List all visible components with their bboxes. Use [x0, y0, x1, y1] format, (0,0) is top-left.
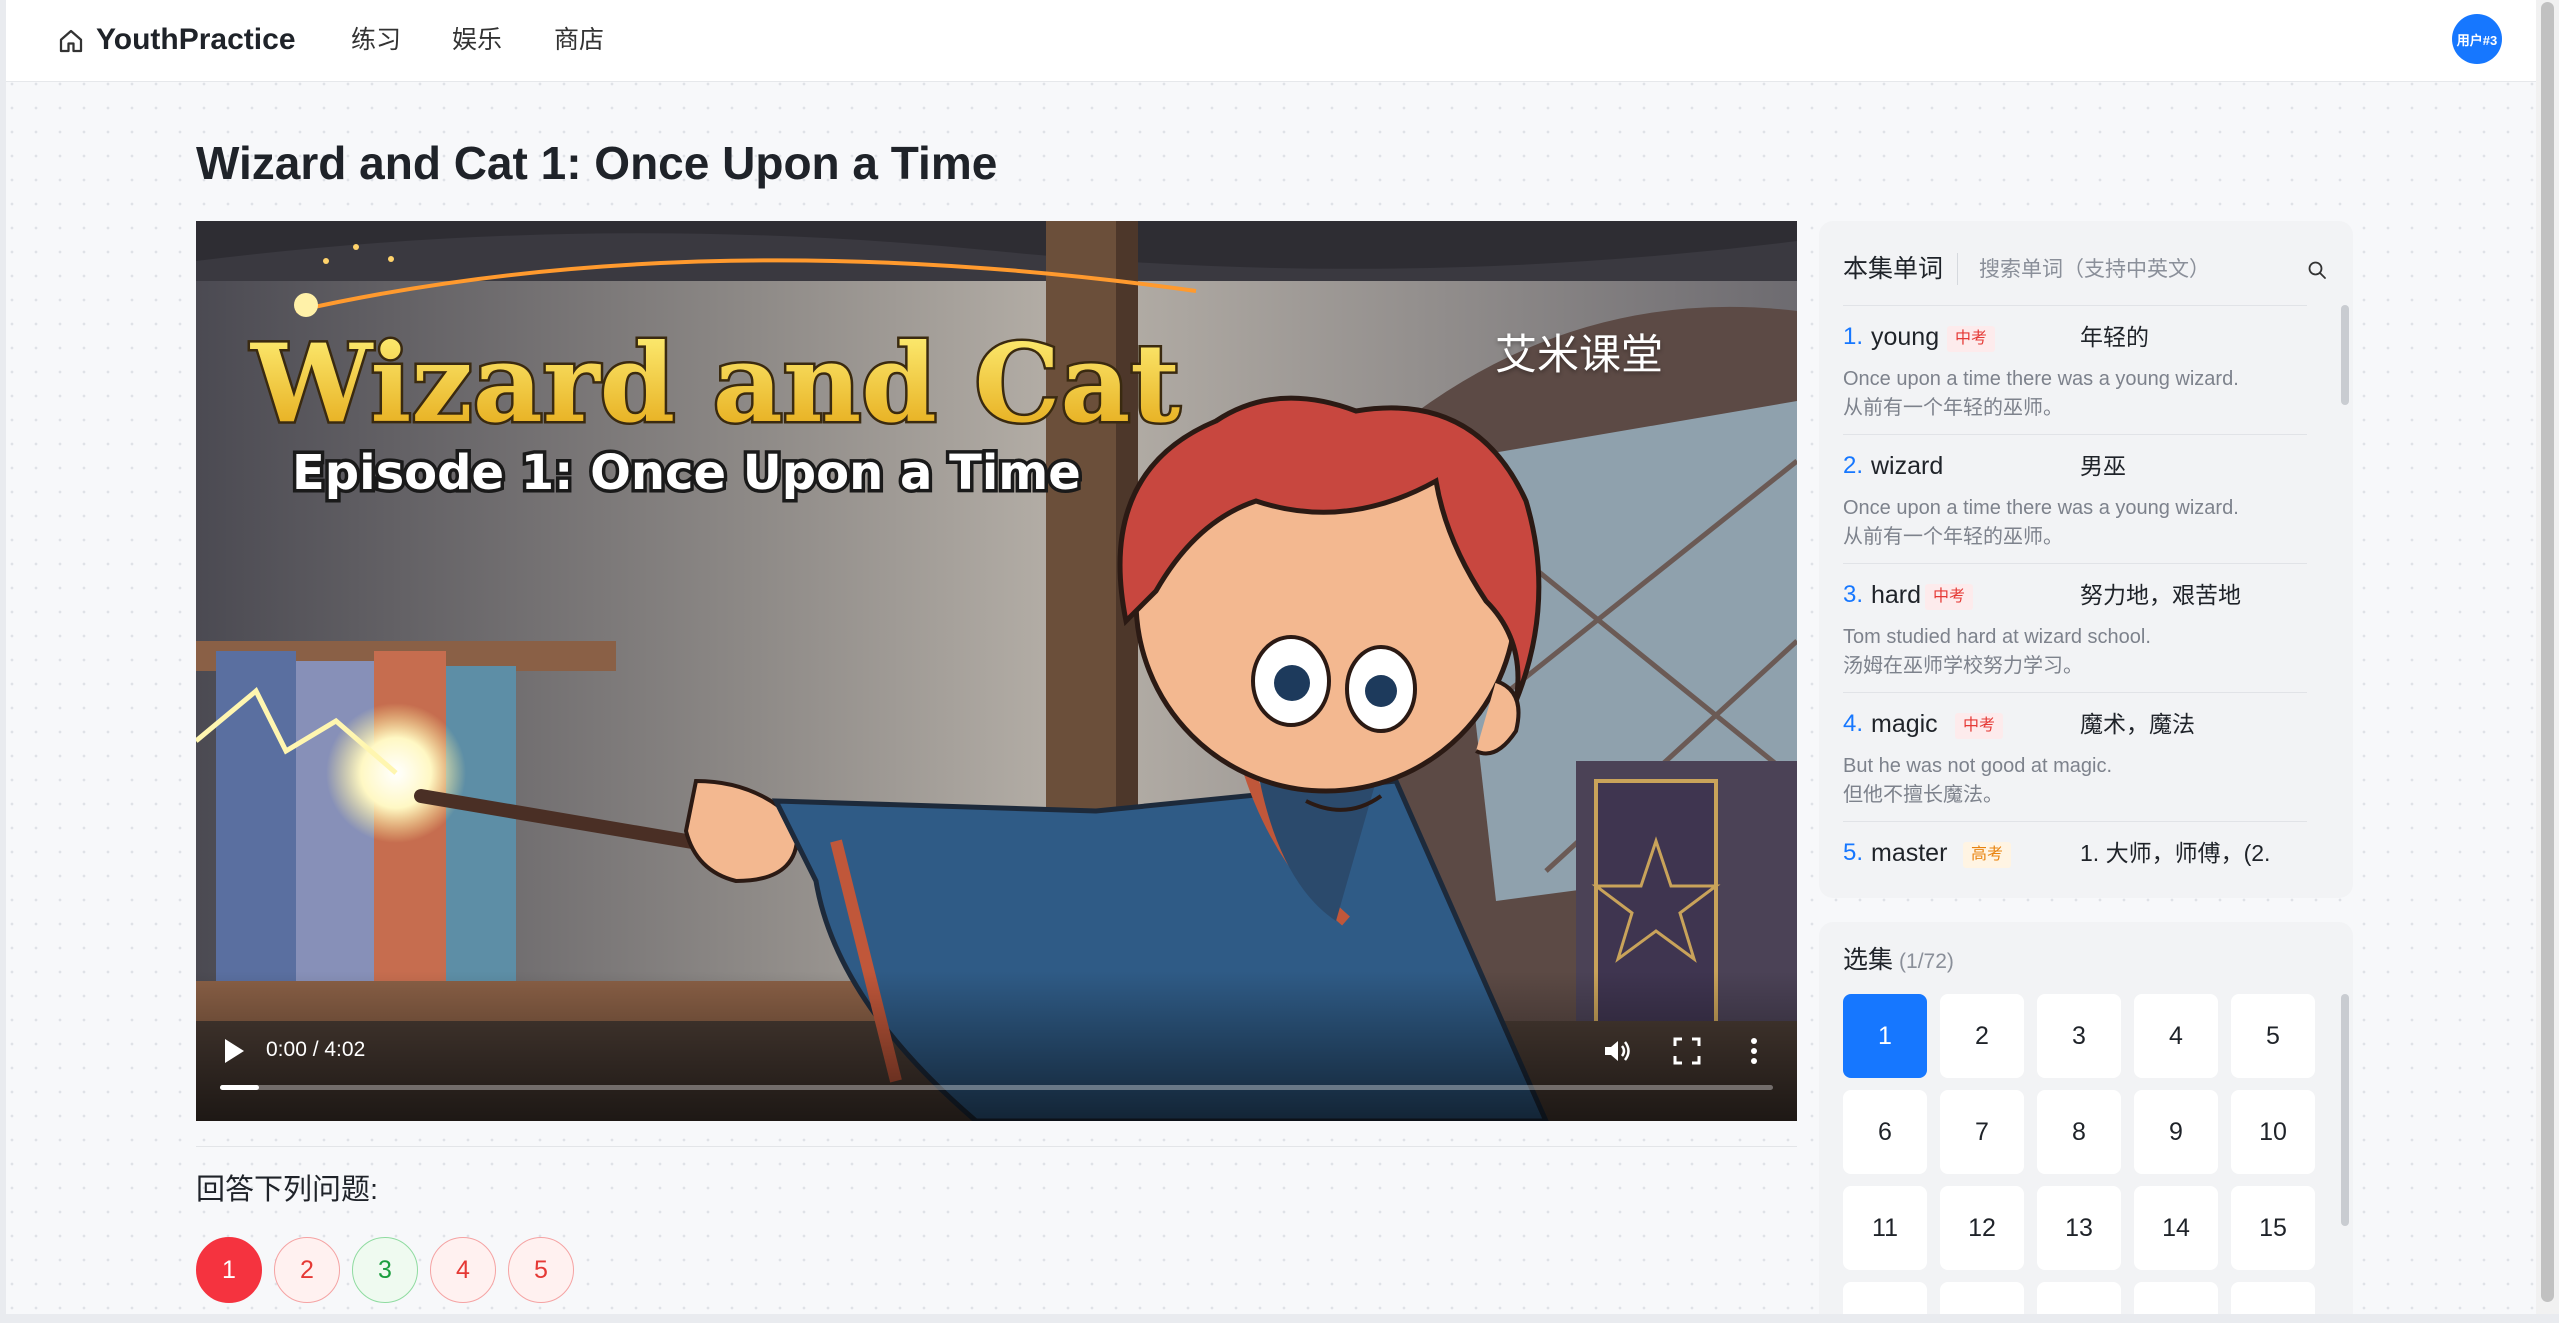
- vocab-item[interactable]: 4. magic 中考 魔术，魔法 But he was not good at mag…: [1843, 692, 2307, 820]
- vocab-item[interactable]: 3. hard 中考 努力地，艰苦地 Tom studied hard at wizar…: [1843, 563, 2307, 691]
- vocab-example-zh: 汤姆在巫师学校努力学习。: [1843, 655, 2083, 677]
- vocab-item[interactable]: 1. young 中考 年轻的 Once upon a time there was a…: [1843, 305, 2307, 433]
- episode-button-12[interactable]: 12: [1940, 1186, 2024, 1270]
- vocab-header: 本集单词: [1843, 247, 2327, 293]
- episode-button-5[interactable]: 5: [2231, 994, 2315, 1078]
- episode-button-18[interactable]: 18: [2037, 1282, 2121, 1314]
- episode-button-17[interactable]: 17: [1940, 1282, 2024, 1314]
- vocab-index: 3.: [1843, 581, 1864, 608]
- vocab-header-divider: [1957, 253, 1958, 285]
- vocab-meaning: 努力地，艰苦地: [2080, 582, 2241, 608]
- exam-level-badge: 高考: [1963, 842, 2012, 868]
- question-button-1[interactable]: 1: [196, 1237, 262, 1303]
- video-watermark: 艾米课堂: [1495, 331, 1664, 378]
- vocab-meaning: 1. 大师，师傅，(2.: [2080, 840, 2271, 866]
- nav-item-practice[interactable]: 练习: [351, 20, 401, 60]
- question-number-row: 12345: [196, 1237, 574, 1303]
- vocab-meaning: 年轻的: [2080, 324, 2149, 350]
- vocab-example-en: Tom studied hard at wizard school.: [1843, 626, 2151, 648]
- more-options-icon[interactable]: [1744, 1033, 1764, 1069]
- episode-button-13[interactable]: 13: [2037, 1186, 2121, 1270]
- vocab-word: hard: [1871, 581, 1922, 609]
- question-button-3[interactable]: 3: [352, 1237, 418, 1303]
- vocab-index: 4.: [1843, 710, 1864, 737]
- vocab-word: magic: [1871, 710, 1938, 738]
- exam-level-badge: 中考: [1955, 713, 2004, 739]
- vocab-example-en: Once upon a time there was a young wizar…: [1843, 368, 2239, 390]
- vocab-example-en: Once upon a time there was a young wizar…: [1843, 497, 2239, 519]
- vocab-example-zh: 但他不擅长魔法。: [1843, 784, 2003, 806]
- exam-level-badge: 中考: [1947, 326, 1996, 352]
- episode-count: (1/72): [1899, 950, 1954, 973]
- episode-button-1[interactable]: 1: [1843, 994, 1927, 1078]
- top-nav-bar: YouthPractice 练习 娱乐 商店 用户#3: [6, 0, 2536, 82]
- video-player[interactable]: Wizard and Cat Episode 1: Once Upon a Ti…: [196, 221, 1797, 1121]
- episode-button-16[interactable]: 16: [1843, 1282, 1927, 1314]
- question-button-4[interactable]: 4: [430, 1237, 496, 1303]
- episode-button-2[interactable]: 2: [1940, 994, 2024, 1078]
- vocab-word: master: [1871, 839, 1948, 867]
- volume-icon[interactable]: [1601, 1035, 1633, 1067]
- vocab-scrollbar[interactable]: [2341, 305, 2349, 405]
- episode-button-7[interactable]: 7: [1940, 1090, 2024, 1174]
- episode-button-6[interactable]: 6: [1843, 1090, 1927, 1174]
- vocab-panel: 本集单词 1. young 中考 年轻的 Once upon a time there …: [1819, 221, 2353, 898]
- video-progress-fill: [220, 1085, 259, 1090]
- brand-name[interactable]: YouthPractice: [96, 20, 296, 60]
- vocab-meaning: 男巫: [2080, 453, 2126, 479]
- episode-button-19[interactable]: 19: [2134, 1282, 2218, 1314]
- episode-scrollbar[interactable]: [2341, 994, 2349, 1226]
- video-controls-bar: [196, 971, 1797, 1121]
- episode-button-20[interactable]: 20: [2231, 1282, 2315, 1314]
- episode-button-8[interactable]: 8: [2037, 1090, 2121, 1174]
- episode-button-9[interactable]: 9: [2134, 1090, 2218, 1174]
- nav-item-shop[interactable]: 商店: [554, 20, 604, 60]
- nav-item-entertainment[interactable]: 娱乐: [452, 20, 502, 60]
- exam-level-badge: 中考: [1925, 584, 1974, 610]
- episode-panel: 选集(1/72) 1234567891011121314151617181920: [1819, 922, 2353, 1314]
- vocab-index: 2.: [1843, 452, 1864, 479]
- video-time-display: 0:00 / 4:02: [266, 1038, 366, 1061]
- search-icon[interactable]: [2307, 260, 2327, 280]
- vocab-example-en: But he was not good at magic.: [1843, 755, 2113, 777]
- episode-button-14[interactable]: 14: [2134, 1186, 2218, 1270]
- vocab-search-input[interactable]: [1971, 247, 2327, 293]
- video-art-title: Wizard and Cat: [250, 321, 1180, 447]
- video-art-subtitle: Episode 1: Once Upon a Time: [292, 445, 1081, 501]
- window-bottom-edge: [0, 1314, 2559, 1323]
- vocab-word: young: [1871, 323, 1940, 351]
- vocab-word: wizard: [1871, 452, 1944, 480]
- episode-button-4[interactable]: 4: [2134, 994, 2218, 1078]
- episode-button-11[interactable]: 11: [1843, 1186, 1927, 1270]
- section-divider: [196, 1146, 1797, 1147]
- video-progress-bar[interactable]: [220, 1085, 1773, 1090]
- page-scrollbar-thumb[interactable]: [2541, 2, 2554, 1302]
- vocab-meaning: 魔术，魔法: [2080, 711, 2195, 737]
- vocab-index: 1.: [1843, 323, 1864, 350]
- vocab-list[interactable]: 1. young 中考 年轻的 Once upon a time there was a…: [1843, 305, 2307, 875]
- window-left-edge: [0, 0, 6, 1323]
- play-icon[interactable]: [222, 1037, 246, 1065]
- page-title: Wizard and Cat 1: Once Upon a Time: [196, 137, 998, 189]
- vocab-item[interactable]: 5. master 高考 1. 大师，师傅，(2.: [1843, 821, 2307, 875]
- vocab-example-zh: 从前有一个年轻的巫师。: [1843, 397, 2063, 419]
- vocab-item[interactable]: 2. wizard 男巫 Once upon a time there was a y…: [1843, 434, 2307, 562]
- question-button-2[interactable]: 2: [274, 1237, 340, 1303]
- fullscreen-icon[interactable]: [1672, 1036, 1702, 1066]
- episode-title-label: 选集: [1843, 946, 1894, 974]
- episode-button-3[interactable]: 3: [2037, 994, 2121, 1078]
- episode-title: 选集 (1/72): [1843, 942, 1954, 980]
- vocab-example-zh: 从前有一个年轻的巫师。: [1843, 526, 2063, 548]
- vocab-title[interactable]: 本集单词: [1843, 251, 1943, 287]
- question-button-5[interactable]: 5: [508, 1237, 574, 1303]
- home-icon[interactable]: [56, 26, 86, 56]
- episode-button-10[interactable]: 10: [2231, 1090, 2315, 1174]
- episode-button-15[interactable]: 15: [2231, 1186, 2315, 1270]
- vocab-index: 5.: [1843, 839, 1864, 866]
- questions-title: 回答下列问题:: [196, 1174, 379, 1206]
- user-avatar[interactable]: 用户#3: [2452, 14, 2502, 64]
